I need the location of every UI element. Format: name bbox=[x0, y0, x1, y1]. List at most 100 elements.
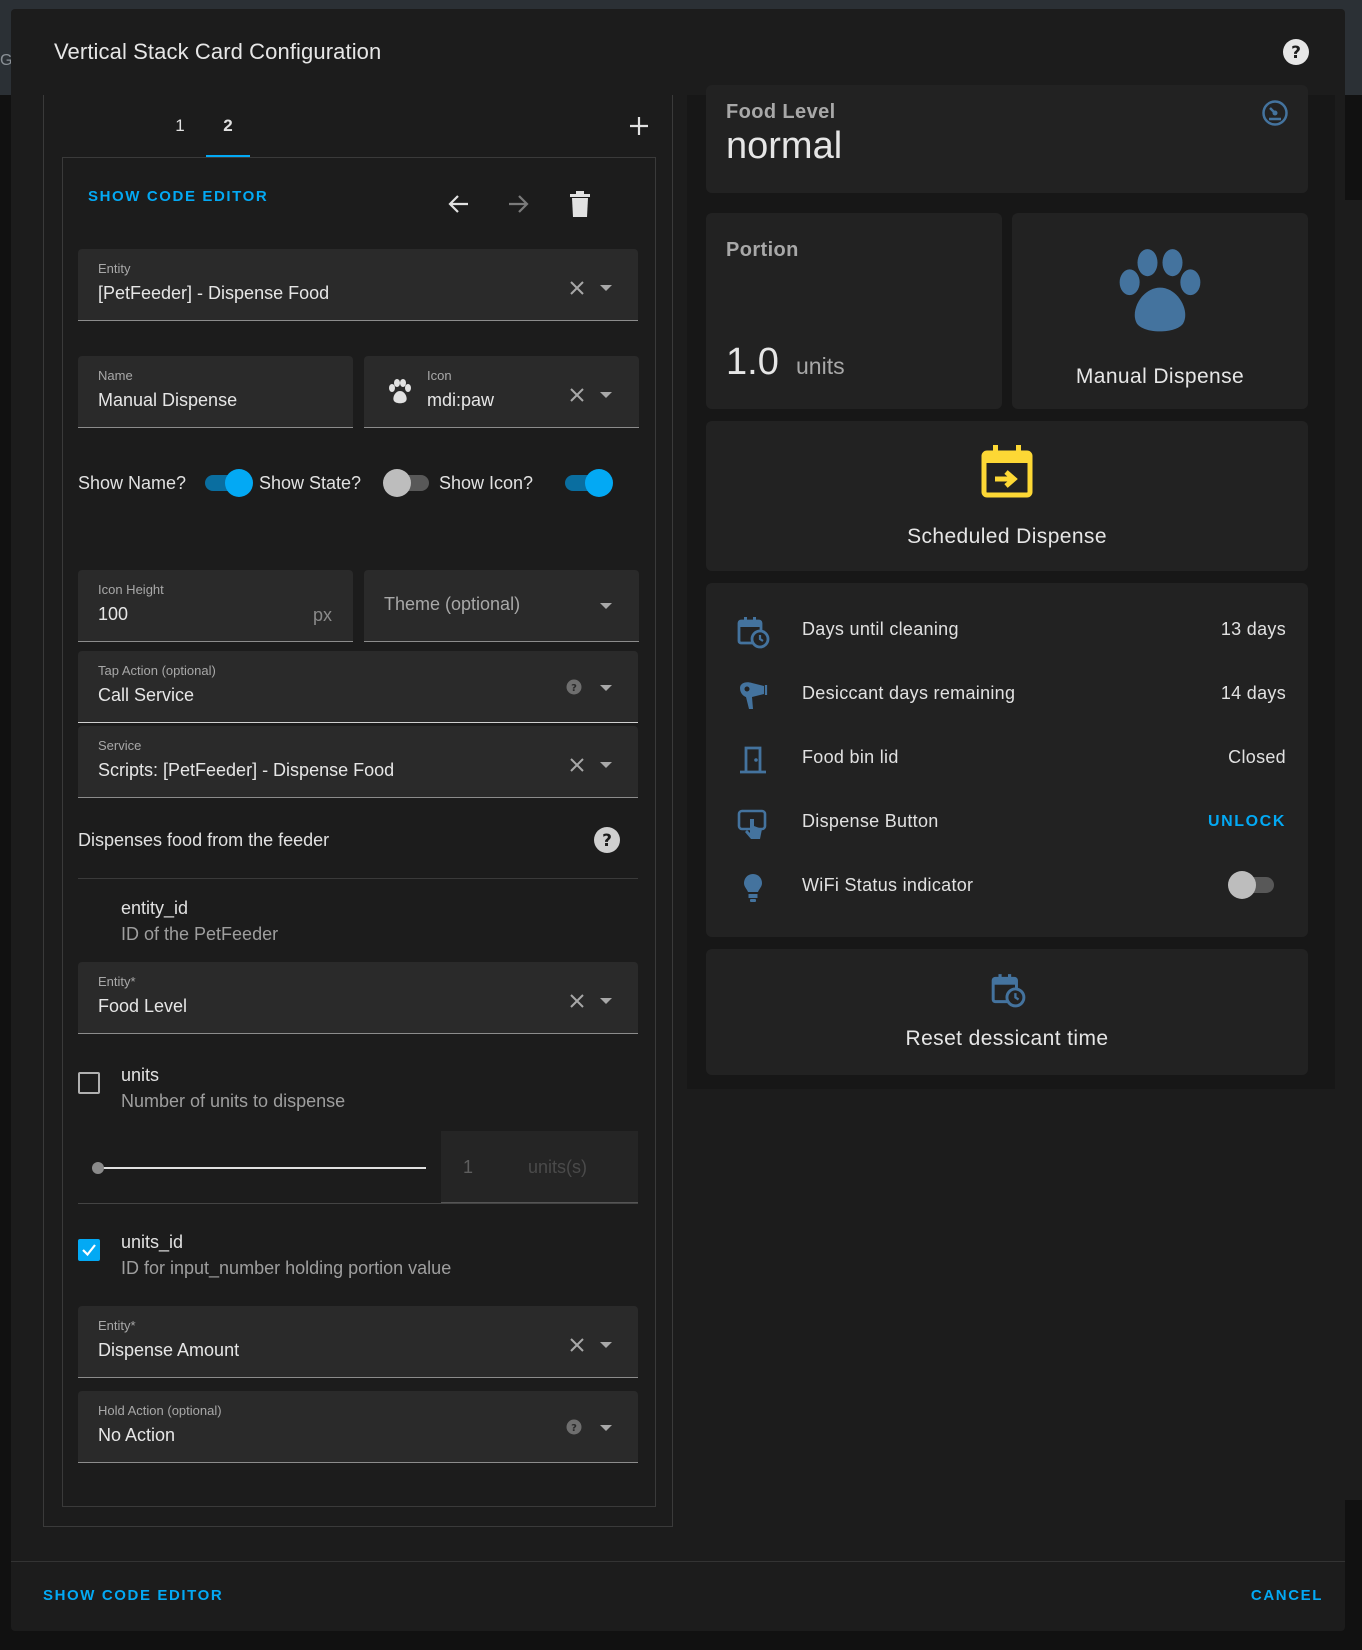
dropdown-arrow-icon[interactable] bbox=[600, 285, 612, 291]
help-icon[interactable]: ? bbox=[593, 826, 621, 854]
dropdown-arrow-icon[interactable] bbox=[600, 685, 612, 691]
clear-icon[interactable] bbox=[568, 279, 586, 297]
show-name-label: Show Name? bbox=[78, 473, 187, 493]
show-state-toggle[interactable] bbox=[383, 467, 431, 497]
lightbulb-icon bbox=[744, 874, 762, 902]
list-item[interactable]: Dispense Button UNLOCK bbox=[706, 789, 1308, 853]
tap-action-select[interactable]: Tap Action (optional) Call Service ? bbox=[78, 651, 638, 723]
units-number-suffix: units(s) bbox=[528, 1157, 588, 1177]
entities-card: Days until cleaning 13 days Desiccant da… bbox=[706, 583, 1308, 937]
paw-icon bbox=[1119, 249, 1201, 332]
help-circle-icon[interactable]: ? bbox=[566, 679, 582, 695]
name-field[interactable]: Name Manual Dispense bbox=[78, 356, 353, 428]
dropdown-arrow-icon[interactable] bbox=[600, 392, 612, 398]
clear-icon[interactable] bbox=[568, 386, 586, 404]
reset-dessicant-label: Reset dessicant time bbox=[905, 1027, 1109, 1050]
stack-editor: 1 2 SHOW CODE EDITOR Entity [PetFeeder] … bbox=[43, 95, 673, 1527]
divider bbox=[78, 878, 638, 879]
help-icon[interactable]: ? bbox=[1282, 38, 1310, 66]
show-code-editor-button[interactable]: SHOW CODE EDITOR bbox=[43, 1587, 223, 1604]
service-description: Dispenses food from the feeder bbox=[78, 830, 330, 850]
clear-icon[interactable] bbox=[568, 1336, 586, 1354]
dialog-footer: SHOW CODE EDITOR CANCEL bbox=[11, 1561, 1345, 1631]
tap-action-label: Tap Action (optional) bbox=[98, 663, 216, 678]
cancel-button[interactable]: CANCEL bbox=[1251, 1587, 1323, 1604]
units-number-value: 1 bbox=[463, 1157, 474, 1177]
name-label: Name bbox=[98, 368, 133, 383]
card-config-dialog: Vertical Stack Card Configuration ? 1 2 … bbox=[11, 9, 1345, 1631]
manual-dispense-button[interactable]: Manual Dispense bbox=[1012, 213, 1308, 409]
units-checkbox[interactable] bbox=[78, 1072, 100, 1094]
food-level-state: normal bbox=[726, 125, 843, 167]
paw-icon bbox=[389, 379, 411, 404]
help-circle-icon[interactable]: ? bbox=[566, 1419, 582, 1435]
theme-placeholder: Theme (optional) bbox=[384, 594, 521, 614]
units-slider-handle[interactable] bbox=[92, 1162, 104, 1174]
food-level-card[interactable]: Food Level normal bbox=[706, 85, 1308, 193]
tab-2[interactable]: 2 bbox=[206, 95, 250, 157]
dropdown-arrow-icon[interactable] bbox=[600, 1342, 612, 1348]
units-id-checkbox[interactable] bbox=[78, 1239, 100, 1261]
entity-value: Food Level bbox=[98, 996, 188, 1016]
param-description: Number of units to dispense bbox=[121, 1091, 346, 1111]
service-select[interactable]: Service Scripts: [PetFeeder] - Dispense … bbox=[78, 726, 638, 798]
reset-dessicant-button[interactable]: Reset dessicant time bbox=[706, 949, 1308, 1075]
units-number-field[interactable]: 1 units(s) bbox=[441, 1131, 638, 1203]
tab-1[interactable]: 1 bbox=[158, 95, 202, 157]
param-name: units_id bbox=[121, 1232, 184, 1252]
add-card-icon[interactable] bbox=[624, 111, 654, 141]
list-item[interactable]: WiFi Status indicator bbox=[706, 853, 1308, 917]
dialog-title: Vertical Stack Card Configuration bbox=[54, 39, 382, 64]
entity-select[interactable]: Entity* Food Level bbox=[78, 962, 638, 1034]
list-item[interactable]: Desiccant days remaining 14 days bbox=[706, 661, 1308, 725]
card-editor: SHOW CODE EDITOR Entity [PetFeeder] - Di… bbox=[62, 157, 656, 1507]
arrow-left-icon[interactable] bbox=[445, 190, 473, 218]
divider bbox=[78, 1203, 638, 1204]
portion-name: Portion bbox=[726, 239, 799, 261]
units-slider-track[interactable] bbox=[98, 1167, 426, 1169]
theme-select[interactable]: Theme (optional) bbox=[364, 570, 639, 642]
icon-value: mdi:paw bbox=[427, 390, 495, 410]
show-icon-label: Show Icon? bbox=[439, 473, 534, 493]
entity-label: Entity bbox=[98, 261, 131, 276]
hold-action-select[interactable]: Hold Action (optional) No Action ? bbox=[78, 1391, 638, 1463]
dropdown-arrow-icon[interactable] bbox=[600, 762, 612, 768]
entity-name: Dispense Button bbox=[802, 811, 939, 831]
icon-label: Icon bbox=[427, 368, 452, 383]
door-icon bbox=[740, 746, 766, 774]
show-icon-toggle[interactable] bbox=[563, 467, 613, 497]
tap-action-value: Call Service bbox=[98, 685, 195, 705]
calendar-clock-icon bbox=[991, 974, 1026, 1008]
manual-dispense-label: Manual Dispense bbox=[1075, 365, 1245, 388]
scheduled-dispense-button[interactable]: Scheduled Dispense bbox=[706, 421, 1308, 571]
dropdown-arrow-icon[interactable] bbox=[600, 998, 612, 1004]
list-item[interactable]: Days until cleaning 13 days bbox=[706, 597, 1308, 661]
param-description: ID for input_number holding portion valu… bbox=[121, 1258, 452, 1278]
dropdown-arrow-icon[interactable] bbox=[600, 1425, 612, 1431]
entity-name: Desiccant days remaining bbox=[802, 683, 1016, 703]
hair-dryer-icon bbox=[740, 682, 768, 709]
param-name: units bbox=[121, 1065, 160, 1085]
portion-value: 1.0 bbox=[726, 341, 779, 383]
show-code-editor-link[interactable]: SHOW CODE EDITOR bbox=[88, 188, 268, 205]
icon-picker[interactable]: Icon mdi:paw bbox=[364, 356, 639, 428]
gauge-icon bbox=[1262, 100, 1288, 126]
entity-select[interactable]: Entity [PetFeeder] - Dispense Food bbox=[78, 249, 638, 321]
check-icon bbox=[82, 1244, 96, 1257]
arrow-right-icon[interactable] bbox=[504, 190, 532, 218]
delete-icon[interactable] bbox=[568, 191, 592, 217]
entity-value: [PetFeeder] - Dispense Food bbox=[98, 283, 330, 303]
scheduled-dispense-label: Scheduled Dispense bbox=[907, 525, 1107, 548]
clear-icon[interactable] bbox=[568, 756, 586, 774]
dropdown-arrow-icon[interactable] bbox=[600, 603, 612, 609]
entity-label: Entity* bbox=[98, 974, 136, 989]
icon-height-field[interactable]: Icon Height 100 px bbox=[78, 570, 353, 642]
entity-select[interactable]: Entity* Dispense Amount bbox=[78, 1306, 638, 1378]
portion-card[interactable]: Portion 1.0 units bbox=[706, 213, 1002, 409]
unlock-button[interactable]: UNLOCK bbox=[1208, 813, 1286, 831]
clear-icon[interactable] bbox=[568, 992, 586, 1010]
wifi-status-toggle[interactable] bbox=[1228, 869, 1276, 899]
portion-unit: units bbox=[796, 353, 845, 379]
list-item[interactable]: Food bin lid Closed bbox=[706, 725, 1308, 789]
show-name-toggle[interactable] bbox=[203, 467, 253, 497]
